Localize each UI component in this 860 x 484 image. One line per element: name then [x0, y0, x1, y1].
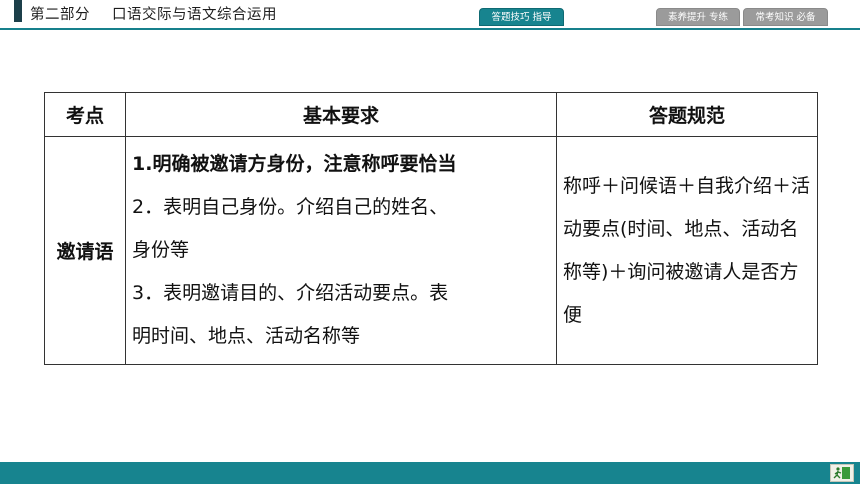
specification-cell: 称呼＋问候语＋自我介绍＋活动要点(时间、地点、活动名称等)＋询问被邀请人是否方便 [556, 136, 818, 365]
tab-answer-tips[interactable]: 答题技巧 指导 [479, 8, 564, 26]
requirements-cell: 1.明确被邀请方身份，注意称呼要恰当 2．表明自己身份。介绍自己的姓名、 身份等… [125, 136, 557, 365]
requirement-line: 1.明确被邀请方身份，注意称呼要恰当 [132, 153, 457, 175]
header-accent-block [14, 0, 22, 22]
topic-cell: 邀请语 [44, 136, 126, 365]
content-table: 考点 基本要求 答题规范 邀请语 1.明确被邀请方身份，注意称呼要恰当 2．表明… [44, 92, 818, 365]
section-label: 口语交际与语文综合运用 [112, 7, 277, 23]
part-label: 第二部分 [30, 7, 90, 23]
column-header-topic: 考点 [44, 92, 126, 137]
tab-skill-practice[interactable]: 素养提升 专练 [656, 8, 740, 26]
footer-bar [0, 462, 860, 484]
requirement-line: 身份等 [132, 239, 190, 261]
requirement-line: 2．表明自己身份。介绍自己的姓名、 [132, 196, 449, 218]
header-divider [0, 28, 860, 30]
requirement-line: 3．表明邀请目的、介绍活动要点。表 [132, 282, 449, 304]
exit-door-icon[interactable] [830, 464, 854, 482]
tab-key-knowledge[interactable]: 常考知识 必备 [743, 8, 828, 26]
table-header-row: 考点 基本要求 答题规范 [44, 92, 818, 137]
table-row: 邀请语 1.明确被邀请方身份，注意称呼要恰当 2．表明自己身份。介绍自己的姓名、… [44, 136, 818, 365]
column-header-requirements: 基本要求 [125, 92, 557, 137]
requirement-line: 明时间、地点、活动名称等 [132, 325, 361, 347]
header-title: 第二部分 口语交际与语文综合运用 [30, 3, 277, 24]
column-header-specification: 答题规范 [556, 92, 818, 137]
header-bar: 第二部分 口语交际与语文综合运用 答题技巧 指导 素养提升 专练 常考知识 必备 [0, 0, 860, 30]
